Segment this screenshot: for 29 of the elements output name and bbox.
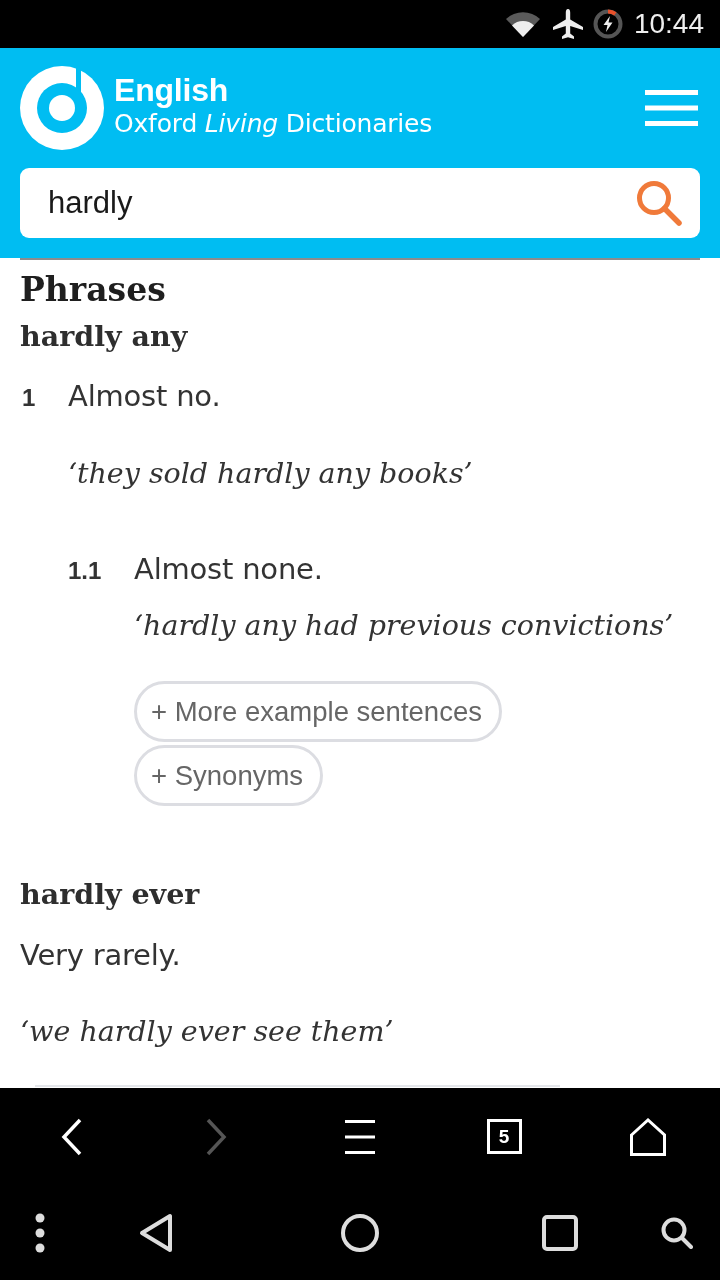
phrase-headword: hardly any: [20, 318, 188, 355]
section-title: Phrases: [20, 270, 166, 310]
home-circle-icon[interactable]: [341, 1213, 379, 1252]
example-sentence: ‘hardly any had previous convictions’: [134, 608, 674, 644]
tabs-button[interactable]: 5: [486, 1119, 522, 1154]
wifi-icon: [505, 11, 540, 37]
definition-text: Almost none.: [134, 551, 323, 588]
definition-text: Very rarely.: [20, 937, 181, 974]
battery-charging-icon: [592, 9, 623, 39]
more-dots-icon[interactable]: [35, 1212, 45, 1253]
phrase-headword: hardly ever: [20, 876, 200, 913]
clock-time: 10:44: [633, 8, 704, 40]
airplane-icon: [551, 8, 584, 40]
definition-text: Almost no.: [68, 378, 221, 415]
search-icon[interactable]: [661, 1216, 693, 1249]
menu-lines-icon[interactable]: [345, 1119, 375, 1154]
search-field[interactable]: hardly: [48, 181, 636, 225]
back-triangle-icon[interactable]: [139, 1212, 175, 1253]
example-sentence: ‘they sold hardly any books’: [68, 456, 473, 492]
logo-title: English: [114, 73, 229, 107]
expand-button[interactable]: + More example sentences: [134, 681, 502, 742]
example-sentence: ‘we hardly ever see them’: [20, 1014, 394, 1050]
logo-subtitle: Oxford Living Dictionaries: [114, 108, 433, 140]
home-icon[interactable]: [630, 1117, 666, 1156]
search-box[interactable]: hardly: [20, 168, 700, 238]
sense-number: 1.1: [68, 556, 102, 586]
sense-number: 1: [22, 383, 36, 413]
expand-button[interactable]: + Synonyms: [134, 745, 324, 806]
recents-square-icon[interactable]: [542, 1214, 578, 1251]
